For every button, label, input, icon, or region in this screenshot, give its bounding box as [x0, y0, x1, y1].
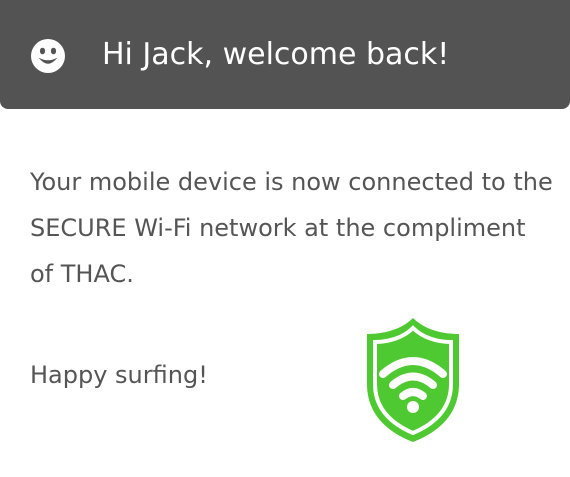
welcome-title: Hi Jack, welcome back! — [102, 37, 450, 72]
closing-text: Happy surfing! — [30, 361, 208, 389]
connection-message-text: Your mobile device is now connected to t… — [30, 168, 553, 288]
header-bar: Hi Jack, welcome back! — [0, 0, 570, 109]
connection-message: Your mobile device is now connected to t… — [30, 159, 555, 297]
secure-wifi-shield-icon — [367, 318, 459, 442]
smiley-face-icon — [31, 39, 65, 73]
welcome-screen: Hi Jack, welcome back! Your mobile devic… — [0, 0, 570, 477]
